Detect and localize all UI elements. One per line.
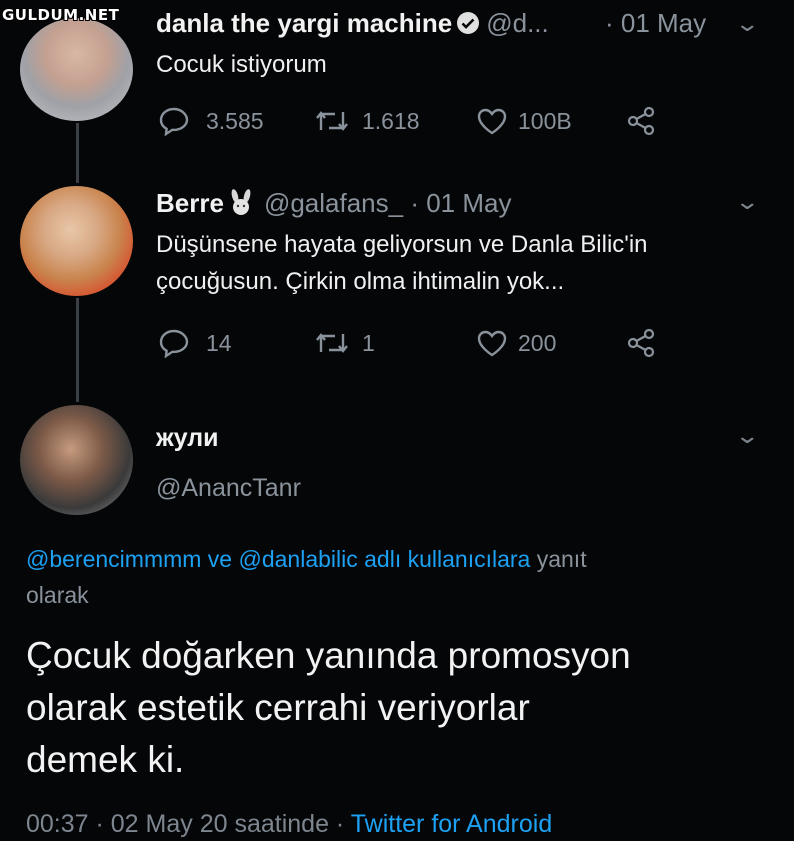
tweet3-timestamp: 00:37 · 02 May 20 saatinde · xyxy=(26,810,345,838)
thread-line-2 xyxy=(76,298,79,402)
tweet3-text-line2: olarak estetik cerrahi veriyorlar xyxy=(26,687,530,728)
tweet3-text-line1: Çocuk doğarken yanında promosyon xyxy=(26,635,631,676)
tweet3-menu-chevron-icon[interactable]: ⌄ xyxy=(734,424,760,449)
share-icon xyxy=(627,106,655,136)
reply-suffix-1: yanıt xyxy=(536,546,587,572)
tweet1-reply-button[interactable]: 3.585 xyxy=(158,106,314,136)
tweet2-retweet-count: 1 xyxy=(362,329,375,356)
tweet1-author-name[interactable]: danla the yargi machine xyxy=(156,8,452,38)
tweet2-text-line2: çocuğusun. Çirkin olma ihtimalin yok... xyxy=(156,268,565,295)
avatar-zhuli[interactable] xyxy=(20,405,133,515)
tweet1-retweet-count: 1.618 xyxy=(362,107,420,134)
tweet2-author-name[interactable]: Berre xyxy=(156,188,224,218)
tweet2-share-button[interactable] xyxy=(626,328,656,358)
tweet2-reply-count: 14 xyxy=(206,329,232,356)
tweet3-author-name[interactable]: жули xyxy=(156,424,219,453)
reply-context: @berencimmmm ve @danlabilic adlı kullanı… xyxy=(26,541,766,613)
reply-mentions-link[interactable]: @berencimmmm ve @danlabilic adlı kullanı… xyxy=(26,546,530,572)
reply-suffix-2: olarak xyxy=(26,582,89,608)
tweet2-like-count: 200 xyxy=(518,329,557,356)
tweet2-time[interactable]: · 01 May xyxy=(410,188,511,218)
tweet1-reply-count: 3.585 xyxy=(206,107,264,134)
tweet1-like-count: 100B xyxy=(518,107,572,134)
tweet2-menu-chevron-icon[interactable]: ⌄ xyxy=(734,190,760,215)
reply-icon xyxy=(159,329,189,358)
tweet1-time[interactable]: · 01 May xyxy=(605,8,706,39)
tweet3-footer: 00:37 · 02 May 20 saatinde · Twitter for… xyxy=(26,810,552,839)
tweet1-header: danla the yargi machine @d... xyxy=(156,8,549,39)
heart-icon xyxy=(477,108,507,135)
tweet2-text: Düşünsene hayata geliyorsun ve Danla Bil… xyxy=(156,226,648,300)
tweet3-text: Çocuk doğarken yanında promosyon olarak … xyxy=(26,630,786,786)
tweet1-share-button[interactable] xyxy=(626,106,656,136)
tweet2-actions: 14 1 200 xyxy=(158,328,656,358)
tweet1-retweet-button[interactable]: 1.618 xyxy=(314,108,476,135)
tweet2-like-button[interactable]: 200 xyxy=(476,329,626,357)
rabbit-emoji-icon xyxy=(231,189,251,215)
tweet2-reply-button[interactable]: 14 xyxy=(158,328,314,358)
tweet1-like-button[interactable]: 100B xyxy=(476,107,626,135)
retweet-icon xyxy=(316,111,348,131)
tweet1-actions: 3.585 1.618 100B xyxy=(158,106,656,136)
tweet1-menu-chevron-icon[interactable]: ⌄ xyxy=(734,12,760,37)
tweet2-header: Berre @galafans_ · 01 May xyxy=(156,188,511,219)
avatar-danla[interactable] xyxy=(20,18,133,121)
retweet-icon xyxy=(316,333,348,353)
site-watermark: GULDUM.NET xyxy=(2,6,120,24)
share-icon xyxy=(627,328,655,358)
tweet3-source-link[interactable]: Twitter for Android xyxy=(351,810,552,838)
tweet3-text-line3: demek ki. xyxy=(26,739,185,780)
tweet3-handle[interactable]: @AnancTanr xyxy=(156,474,301,503)
tweet2-text-line1: Düşünsene hayata geliyorsun ve Danla Bil… xyxy=(156,231,648,258)
heart-icon xyxy=(477,330,507,357)
tweet1-handle[interactable]: @d... xyxy=(486,8,549,38)
tweet1-text: Cocuk istiyorum xyxy=(156,51,327,78)
tweet2-handle[interactable]: @galafans_ xyxy=(264,188,403,218)
thread-line-1 xyxy=(76,123,79,183)
avatar-berre[interactable] xyxy=(20,186,133,296)
reply-icon xyxy=(159,107,189,136)
tweet2-retweet-button[interactable]: 1 xyxy=(314,330,476,357)
verified-badge-icon xyxy=(457,12,480,34)
